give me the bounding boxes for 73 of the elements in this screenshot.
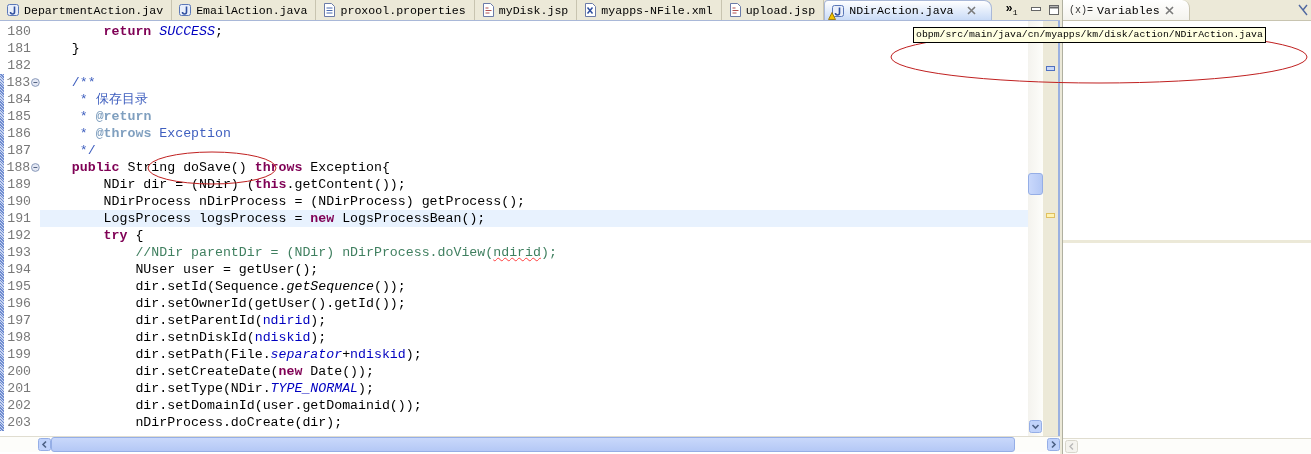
more-tabs-button[interactable]: »$_{1}$ <box>1005 2 1018 18</box>
scroll-down-icon[interactable] <box>1029 420 1042 433</box>
editor-tab[interactable]: DepartmentAction.jav <box>0 0 173 20</box>
line-number: 202 <box>6 398 31 413</box>
line-number: 193 <box>6 245 31 260</box>
code-line: dir.setDomainId(user.getDomainid()); <box>134 397 423 414</box>
code-line: dir.setCreateDate(new Date()); <box>134 363 375 380</box>
line-number: 201 <box>6 381 31 396</box>
line-number: 198 <box>6 330 31 345</box>
java-file-icon <box>6 3 20 17</box>
code-line: */ <box>78 142 97 159</box>
scroll-left-icon[interactable] <box>38 438 51 451</box>
close-icon[interactable] <box>1163 4 1175 16</box>
editor-tab[interactable]: proxool.properties <box>316 0 475 20</box>
scroll-thumb[interactable] <box>1028 173 1043 195</box>
overview-marker-icon <box>1046 66 1055 71</box>
line-number: 200 <box>6 364 31 379</box>
line-number: 183 <box>5 75 31 90</box>
line-number: 189 <box>6 177 31 192</box>
java-file-icon <box>831 3 846 18</box>
line-number: 188 <box>5 160 31 175</box>
overview-marker-icon <box>1046 213 1055 218</box>
line-number: 196 <box>6 296 31 311</box>
code-line: * 保存目录 <box>78 91 149 108</box>
code-line: public String doSave() throws Exception{ <box>70 159 391 176</box>
code-line: //NDir parentDir = (NDir) nDirProcess.doView(ndirid); <box>134 244 558 261</box>
code-line: * @return <box>78 108 153 125</box>
code-line: NDirProcess nDirProcess = (NDirProcess) getProcess(); <box>102 193 527 210</box>
line-number: 181 <box>6 41 31 56</box>
line-number: 190 <box>6 194 31 209</box>
code-line: nDirProcess.doCreate(dir); <box>134 414 344 431</box>
collapse-icon[interactable] <box>31 163 40 172</box>
xml-file-icon <box>583 3 598 17</box>
code-line: try { <box>102 227 145 244</box>
code-line: dir.setPath(File.separator+ndiskid); <box>134 346 423 363</box>
close-icon[interactable] <box>965 5 977 16</box>
document-icon <box>480 3 495 17</box>
editor-tab[interactable]: upload.jsp <box>721 0 825 20</box>
editor-tab[interactable]: myDisk.jsp <box>474 0 578 20</box>
line-number: 191 <box>6 211 31 226</box>
collapse-icon[interactable] <box>31 78 40 87</box>
code-line: } <box>70 40 81 57</box>
code-line: dir.setType(NDir.TYPE_NORMAL); <box>134 380 375 397</box>
code-line: /** <box>70 74 97 91</box>
code-line: dir.setParentId(ndirid); <box>134 312 328 329</box>
editor-tab[interactable]: NDirAction.java <box>824 0 992 20</box>
line-number: 184 <box>6 92 31 107</box>
document-icon <box>322 3 337 17</box>
java-file-icon <box>178 3 193 17</box>
code-line: dir.setnDiskId(ndiskid); <box>134 329 328 346</box>
line-number: 186 <box>6 126 31 141</box>
code-line: dir.setOwnerId(getUser().getId()); <box>134 295 407 312</box>
code-line: * @throws Exception <box>78 125 232 142</box>
line-number: 203 <box>6 415 31 430</box>
document-icon <box>727 3 742 17</box>
line-number: 185 <box>6 109 31 124</box>
line-number: 187 <box>6 143 31 158</box>
scroll-right-icon[interactable] <box>1047 438 1060 451</box>
toolbar-icon[interactable] <box>1297 3 1309 17</box>
view-tab[interactable]: (x)= Variables <box>1063 0 1190 20</box>
tooltip: obpm/src/main/java/cn/myapps/km/disk/action/NDirAction.java <box>913 27 1266 43</box>
editor-tab[interactable]: EmailAction.java <box>172 0 317 20</box>
line-number: 195 <box>6 279 31 294</box>
editor-tab[interactable]: myapps-NFile.xml <box>577 0 722 20</box>
line-number: 197 <box>6 313 31 328</box>
maximize-icon[interactable] <box>1048 4 1060 16</box>
line-number: 180 <box>6 24 31 39</box>
line-number: 194 <box>6 262 31 277</box>
line-number: 199 <box>6 347 31 362</box>
line-number: 182 <box>6 58 31 73</box>
code-line: dir.setId(Sequence.getSequence()); <box>134 278 407 295</box>
code-line: NUser user = getUser(); <box>134 261 320 278</box>
line-number: 192 <box>6 228 31 243</box>
